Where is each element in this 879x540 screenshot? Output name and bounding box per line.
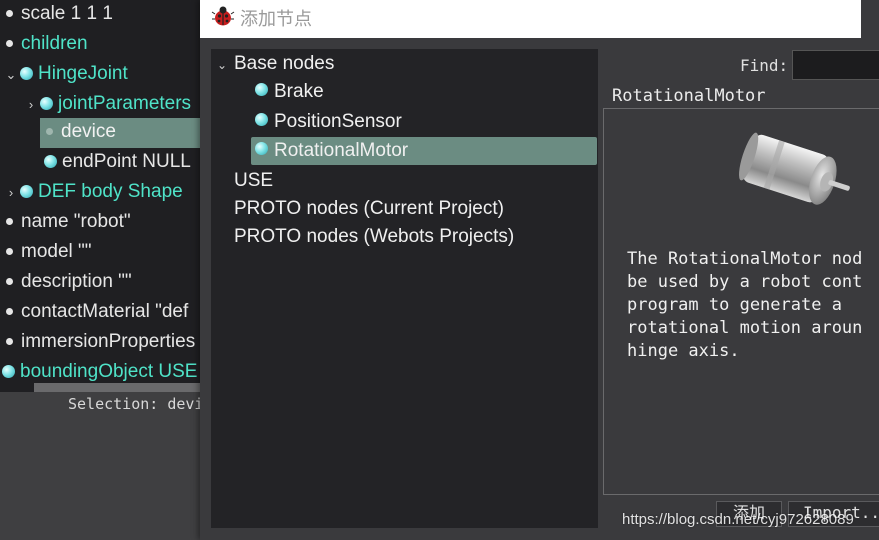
rotational-motor-image: [739, 132, 850, 205]
tree-row-contact-material[interactable]: contactMaterial "def: [6, 298, 188, 328]
tree-row-hingejoint[interactable]: ⌄ HingeJoint: [4, 60, 128, 90]
node-type-list: ⌄ Base nodes Brake PositionSensor Rotatio…: [211, 49, 598, 528]
chevron-down-icon[interactable]: ⌄: [4, 61, 18, 89]
field-bullet-icon: [6, 248, 13, 256]
webots-ladybug-icon: [211, 6, 235, 26]
node-ball-icon: [255, 113, 268, 127]
tree-row-model[interactable]: model "": [6, 238, 92, 268]
node-ball-icon: [20, 185, 33, 199]
node-list-item-proto-current[interactable]: PROTO nodes (Current Project): [234, 195, 504, 223]
field-bullet-icon: [6, 40, 13, 48]
tree-row-scale[interactable]: scale 1 1 1: [6, 0, 113, 30]
chevron-down-icon[interactable]: ⌄: [217, 51, 230, 79]
chevron-right-icon[interactable]: ›: [24, 91, 38, 119]
watermark-text: https://blog.csdn.net/cyj972628089: [622, 511, 854, 528]
tree-row-immersion-properties[interactable]: immersionProperties: [6, 328, 195, 358]
field-bullet-icon: [6, 308, 13, 316]
node-ball-icon: [20, 67, 33, 81]
node-ball-icon: [40, 97, 53, 111]
selection-status: Selection: devi: [68, 395, 204, 413]
field-bullet-icon: [6, 278, 13, 286]
node-list-item-use[interactable]: USE: [234, 167, 273, 195]
node-ball-icon: [255, 142, 268, 156]
dialog-title: 添加节点: [240, 9, 312, 29]
node-ball-icon: [2, 365, 15, 379]
field-bullet-icon: [6, 10, 13, 18]
tree-row-description[interactable]: description "": [6, 268, 132, 298]
titlebar-edge: [861, 0, 879, 38]
node-ball-icon: [44, 155, 57, 169]
field-bullet-icon: [6, 338, 13, 346]
node-list-item-position-sensor[interactable]: PositionSensor: [255, 108, 402, 136]
find-label: Find:: [740, 56, 789, 75]
tree-row-name[interactable]: name "robot": [6, 208, 131, 238]
node-list-item-base-nodes[interactable]: ⌄ Base nodes: [217, 50, 334, 78]
node-description: The RotationalMotor nod be used by a rob…: [627, 249, 863, 361]
find-input[interactable]: [792, 50, 879, 80]
node-info-title: RotationalMotor: [609, 86, 769, 106]
node-ball-icon: [255, 83, 268, 97]
tree-row-joint-parameters[interactable]: › jointParameters: [24, 90, 191, 120]
scene-tree-panel: scale 1 1 1 children ⌄ HingeJoint › jointP…: [0, 0, 205, 392]
dialog-titlebar[interactable]: 添加节点: [200, 0, 861, 38]
node-list-item-proto-webots[interactable]: PROTO nodes (Webots Projects): [234, 223, 514, 251]
field-bullet-icon: [46, 128, 53, 136]
tree-row-device[interactable]: device: [40, 118, 205, 148]
tree-row-body-shape[interactable]: › DEF body Shape: [4, 178, 183, 208]
chevron-right-icon[interactable]: ›: [4, 179, 18, 207]
add-node-dialog: 添加节点 ⌄ Base nodes Brake PositionSensor Ro…: [200, 0, 879, 540]
tree-row-children[interactable]: children: [6, 30, 88, 60]
node-list-item-brake[interactable]: Brake: [255, 78, 324, 106]
horizontal-scrollbar[interactable]: [34, 383, 205, 392]
field-bullet-icon: [6, 218, 13, 226]
node-list-item-rotational-motor[interactable]: RotationalMotor: [251, 137, 597, 165]
tree-row-endpoint[interactable]: endPoint NULL: [44, 148, 191, 178]
